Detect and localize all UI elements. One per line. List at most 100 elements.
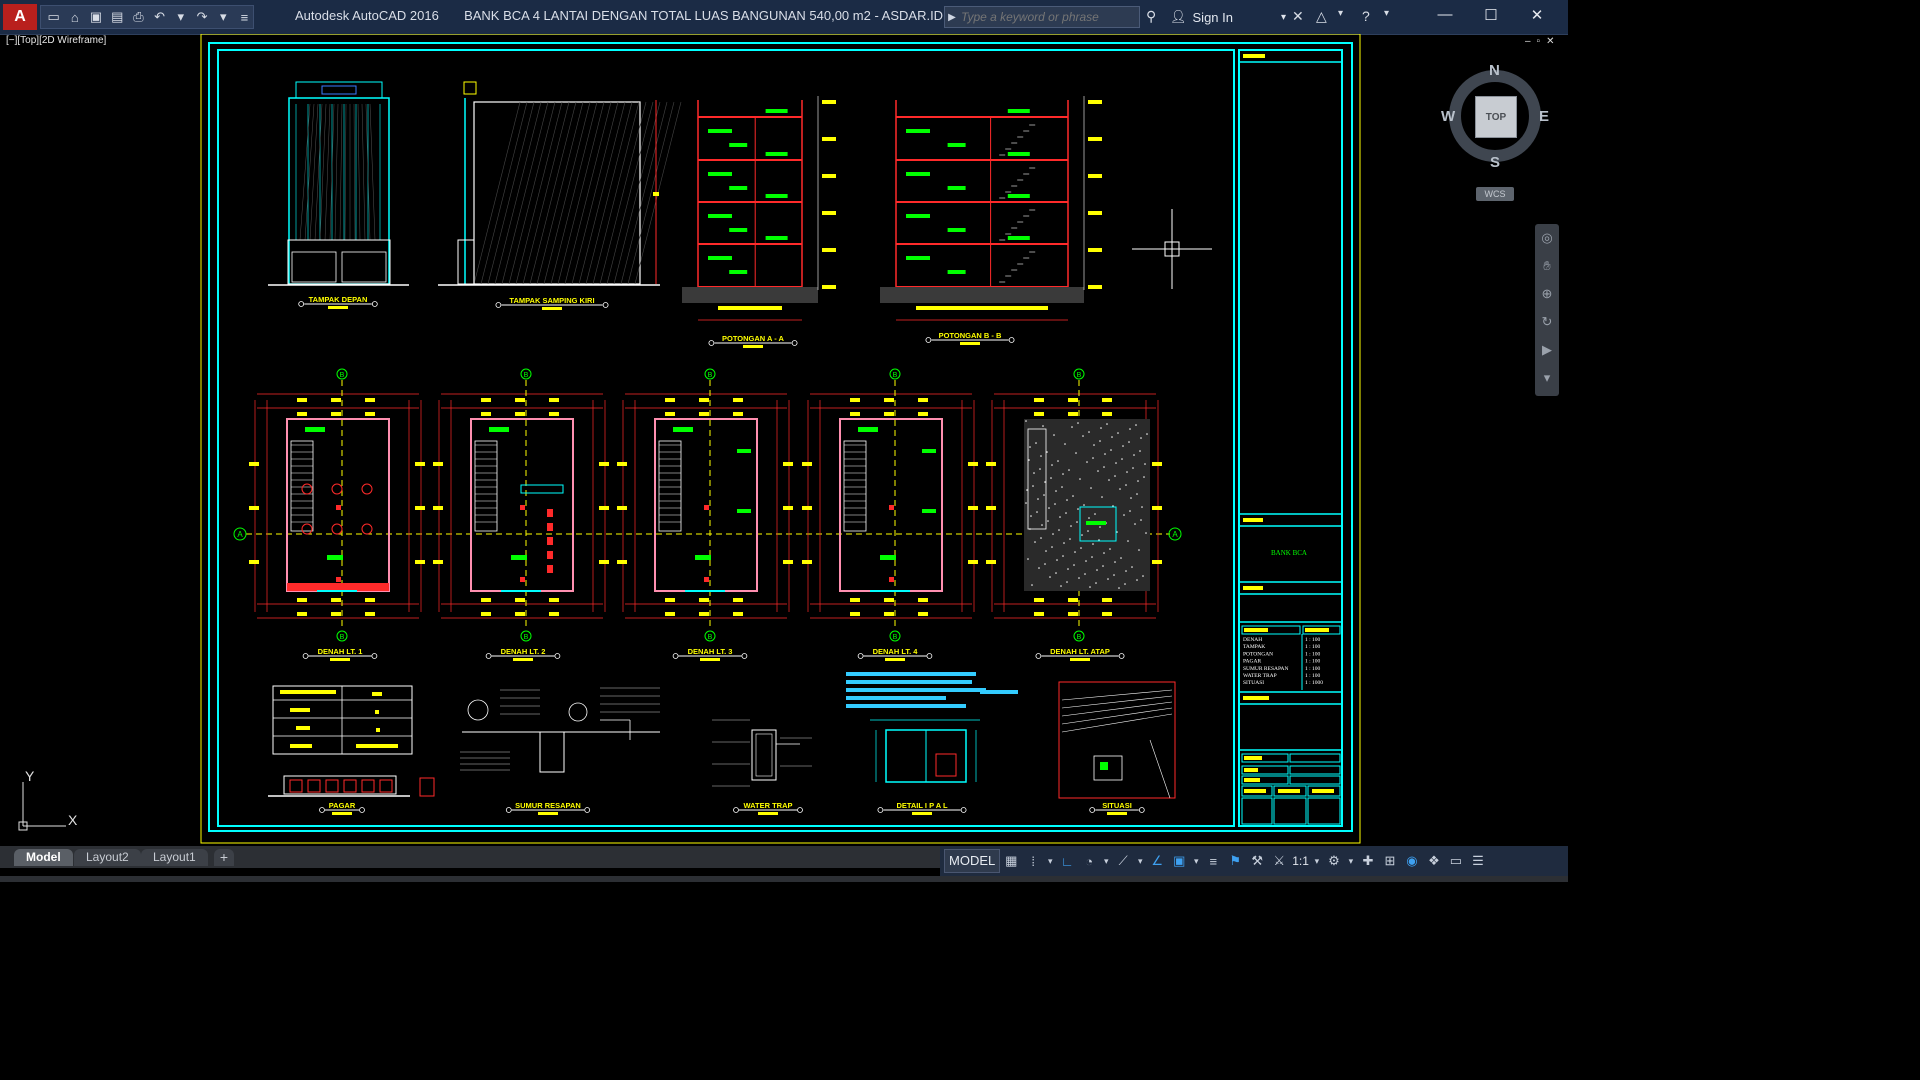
snap-dropdown-icon[interactable]: ▾: [1044, 850, 1056, 872]
compass-north[interactable]: N: [1489, 62, 1500, 79]
grid-marker-b-text: B: [708, 634, 713, 641]
zoom-extents-icon[interactable]: ⊕: [1535, 280, 1559, 308]
autocad-logo-icon: A: [14, 8, 26, 25]
object-snap-tracking-icon[interactable]: ∠: [1146, 850, 1168, 872]
scale-dropdown-icon[interactable]: ▾: [1311, 850, 1323, 872]
units-icon[interactable]: ⊞: [1379, 850, 1401, 872]
drawing-label-text: SITUASI: [1102, 801, 1132, 810]
customization-icon[interactable]: ☰: [1467, 850, 1489, 872]
open-folder-icon[interactable]: ⌂: [66, 9, 83, 25]
compass-south[interactable]: S: [1490, 154, 1500, 171]
annotation-scale-icon[interactable]: ⚔: [1268, 850, 1290, 872]
add-icon[interactable]: ✚: [1357, 850, 1379, 872]
new-file-icon[interactable]: ▭: [45, 9, 62, 25]
drawing-label-text: DENAH LT. 4: [873, 647, 919, 656]
tab-layout1[interactable]: Layout1: [141, 849, 208, 866]
help-icon[interactable]: ?: [1362, 8, 1370, 24]
object-snap-dropdown-icon[interactable]: ▾: [1190, 850, 1202, 872]
customize-toolbar-icon[interactable]: ≡: [236, 9, 253, 25]
object-snap-icon[interactable]: ▣: [1168, 850, 1190, 872]
steering-wheel-icon[interactable]: ◎: [1535, 224, 1559, 252]
floor-plans: A A B B B B B B B B B B: [233, 368, 1182, 642]
tab-model[interactable]: Model: [14, 849, 73, 866]
orbit-icon[interactable]: ↻: [1535, 308, 1559, 336]
workspace-dropdown-icon[interactable]: ▾: [1345, 850, 1357, 872]
viewcube-top-face[interactable]: TOP: [1475, 96, 1517, 138]
compass-east[interactable]: E: [1539, 108, 1549, 125]
title-block-project: BANK BCA: [1271, 549, 1307, 557]
compass-west[interactable]: W: [1441, 108, 1455, 125]
floor-plan-3: [617, 368, 793, 642]
section-b-b: [880, 96, 1102, 321]
situasi-detail: [1058, 681, 1176, 799]
crosshair-cursor: [1132, 209, 1212, 289]
drawing-label: DENAH LT. 3: [672, 647, 748, 661]
model-space-button[interactable]: MODEL: [944, 849, 1001, 873]
print-icon[interactable]: ⎙: [130, 9, 147, 25]
grid-marker-b-text: B: [524, 372, 529, 379]
tab-layout2[interactable]: Layout2: [74, 849, 141, 866]
annotation-scale[interactable]: 1:1: [1290, 854, 1311, 868]
isolate-objects-icon[interactable]: ❖: [1423, 850, 1445, 872]
search-input[interactable]: [959, 9, 1133, 25]
grid-marker-b-text: B: [340, 634, 345, 641]
pan-hand-icon[interactable]: ✋︎: [1535, 252, 1559, 280]
viewport-controls-label[interactable]: [−][Top][2D Wireframe]: [6, 35, 106, 46]
drawing-viewport[interactable]: BANK BCA DENAH 1 : 100 TAMPAK 1 : 100 POTONG…: [0, 34, 1568, 846]
navigation-bar: ◎ ✋︎ ⊕ ↻ ▶ ▾: [1535, 224, 1559, 396]
viewcube[interactable]: N W E S TOP: [1440, 58, 1550, 174]
wcs-menu[interactable]: WCS: [1476, 187, 1514, 201]
redo-dropdown-icon[interactable]: ▾: [215, 9, 232, 25]
application-menu-button[interactable]: A: [3, 4, 37, 30]
close-button[interactable]: ✕: [1522, 6, 1552, 24]
sumur-resapan-detail: [460, 687, 660, 773]
drawing-label-text: POTONGAN B - B: [939, 331, 1002, 340]
search-expand-icon[interactable]: ▶: [945, 12, 959, 23]
workspace-gear-icon[interactable]: ⚙: [1323, 850, 1345, 872]
maximize-button[interactable]: ☐: [1476, 6, 1506, 24]
chevron-down-icon: ▾: [1280, 11, 1286, 23]
add-layout-button[interactable]: +: [214, 849, 234, 866]
hardware-acceleration-icon[interactable]: ◉: [1401, 850, 1423, 872]
save-icon[interactable]: ▣: [87, 9, 104, 25]
a360-dropdown-icon[interactable]: ▾: [1338, 8, 1343, 19]
binoculars-icon[interactable]: ⚲: [1146, 8, 1156, 25]
polar-icon[interactable]: ◔: [1078, 850, 1100, 872]
showmotion-icon[interactable]: ▶: [1535, 336, 1559, 364]
a360-icon[interactable]: △: [1316, 8, 1327, 25]
isodraft-dropdown-icon[interactable]: ▾: [1134, 850, 1146, 872]
save-as-icon[interactable]: ▤: [109, 9, 126, 25]
auto-scale-icon[interactable]: ⚒: [1246, 850, 1268, 872]
quick-access-toolbar: ▭ ⌂ ▣ ▤ ⎙ ↶ ▾ ↷ ▾ ≡: [40, 5, 254, 29]
drawing-label-text: TAMPAK SAMPING KIRI: [509, 296, 594, 305]
polar-dropdown-icon[interactable]: ▾: [1100, 850, 1112, 872]
snap-icon[interactable]: ⁞: [1022, 850, 1044, 872]
drawing-label-text: DETAIL I P A L: [896, 801, 948, 810]
grid-marker-a-text: A: [237, 530, 243, 539]
ortho-icon[interactable]: ∟: [1056, 850, 1078, 872]
exchange-apps-icon[interactable]: ✕: [1292, 8, 1304, 25]
drawing-canvas[interactable]: BANK BCA DENAH 1 : 100 TAMPAK 1 : 100 POTONG…: [0, 34, 1568, 846]
sheet-list-item: DENAH: [1243, 637, 1262, 643]
undo-icon[interactable]: ↶: [151, 9, 168, 25]
clean-screen-icon[interactable]: ▭: [1445, 850, 1467, 872]
grid-marker-b-text: B: [340, 372, 345, 379]
drawing-label-text: TAMPAK DEPAN: [309, 295, 368, 304]
minimize-button[interactable]: —: [1430, 6, 1460, 23]
user-icon: 👤︎: [1170, 9, 1187, 24]
viewport-window-controls[interactable]: –▫✕: [1525, 36, 1561, 47]
sheet-list-item: TAMPAK: [1243, 644, 1265, 650]
water-trap-detail: [712, 719, 812, 787]
annotation-visibility-icon[interactable]: ⚑: [1224, 850, 1246, 872]
lineweight-icon[interactable]: ≡: [1202, 850, 1224, 872]
isodraft-icon[interactable]: ⟋: [1112, 850, 1134, 872]
sign-in-button[interactable]: 👤︎ Sign In ▾: [1170, 6, 1286, 28]
grid-icon[interactable]: ▦: [1000, 850, 1022, 872]
redo-icon[interactable]: ↷: [193, 9, 210, 25]
sheet-list-item: WATER TRAP: [1243, 673, 1277, 679]
drawing-label: DENAH LT. 1: [302, 647, 378, 661]
navbar-options-icon[interactable]: ▾: [1535, 364, 1559, 392]
undo-dropdown-icon[interactable]: ▾: [172, 9, 189, 25]
help-dropdown-icon[interactable]: ▾: [1384, 8, 1389, 19]
floor-plan-5: [986, 368, 1162, 642]
